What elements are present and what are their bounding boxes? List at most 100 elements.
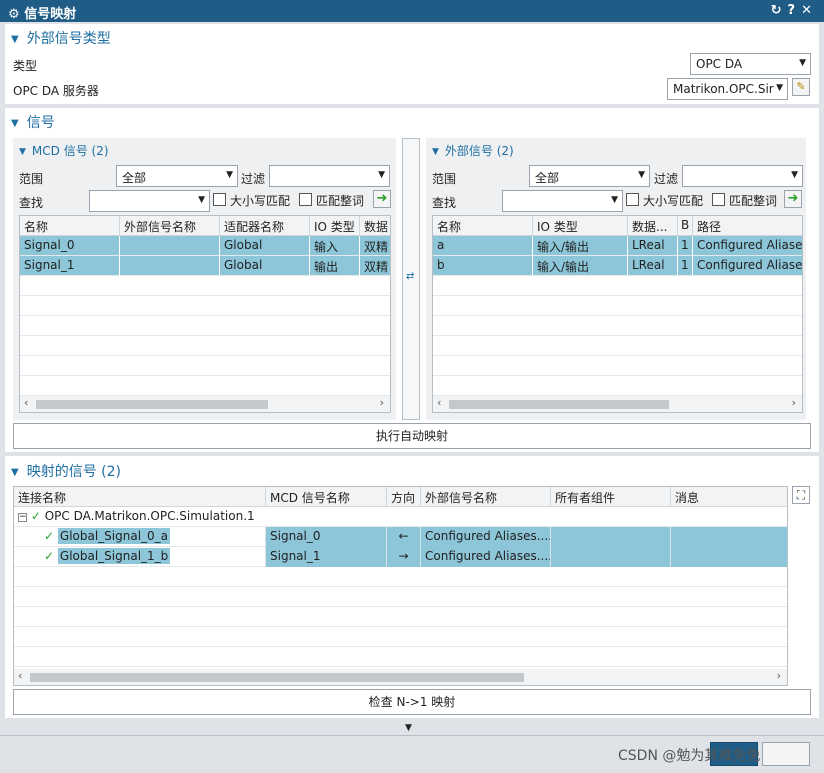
mcd-scope-select[interactable]: 全部 ▼ (116, 165, 238, 187)
scroll-right-icon[interactable]: › (792, 396, 796, 409)
table-row[interactable]: Signal_1 Global 输出 双精 (20, 256, 390, 276)
ext-table-header: 名称 IO 类型 数据... B 路径 (433, 216, 802, 236)
column-header[interactable]: 名称 (20, 216, 120, 236)
horizontal-scrollbar[interactable]: ‹ › (20, 396, 390, 412)
connection-name: OPC DA.Matrikon.OPC.Simulation.1 (44, 509, 255, 523)
reset-icon[interactable]: ↻ (771, 3, 788, 18)
ext-find-input[interactable]: ▼ (502, 190, 623, 212)
column-header[interactable]: 数据... (628, 216, 678, 236)
ext-header[interactable]: ▼ 外部信号 (2) (432, 142, 514, 159)
cell: ✓ Global_Signal_0_a (14, 527, 266, 547)
window-title-wrap: ⚙ 信号映射 (8, 3, 76, 22)
external-type-header[interactable]: ▼ 外部信号类型 (11, 28, 111, 48)
scroll-right-icon[interactable]: › (380, 396, 384, 409)
mcd-filter-select[interactable]: ▼ (269, 165, 390, 187)
empty-row (14, 627, 787, 647)
column-header[interactable]: MCD 信号名称 (266, 487, 387, 507)
expand-footer-icon[interactable]: ▼ (405, 723, 412, 733)
ext-signal-table: 名称 IO 类型 数据... B 路径 a 输入/输出 LReal 1 Conf… (432, 215, 803, 413)
column-header[interactable]: 适配器名称 (220, 216, 310, 236)
column-header[interactable]: 外部信号名称 (421, 487, 551, 507)
horizontal-scrollbar[interactable]: ‹ › (433, 396, 802, 412)
ext-scope-select[interactable]: 全部 ▼ (529, 165, 650, 187)
column-header[interactable]: 消息 (671, 487, 787, 507)
mapping-name: Global_Signal_0_a (57, 528, 171, 544)
ext-whole-label: 匹配整词 (729, 194, 778, 208)
scroll-thumb[interactable] (449, 400, 669, 409)
column-header[interactable]: 连接名称 (14, 487, 266, 507)
window-title: 信号映射 (24, 7, 77, 22)
signals-header[interactable]: ▼ 信号 (11, 112, 55, 132)
mcd-header[interactable]: ▼ MCD 信号 (2) (19, 142, 109, 159)
table-row[interactable]: Signal_0 Global 输入 双精 (20, 236, 390, 256)
column-header[interactable]: 路径 (693, 216, 802, 236)
empty-row (20, 296, 390, 316)
tree-collapse-icon[interactable]: − (18, 513, 27, 522)
cell: 输入/输出 (533, 236, 628, 256)
help-icon[interactable]: ? (788, 3, 802, 18)
column-header[interactable]: 所有者组件 (551, 487, 671, 507)
ext-case-label: 大小写匹配 (643, 194, 704, 208)
chevron-down-icon: ▼ (799, 58, 806, 68)
type-label: 类型 (13, 59, 38, 73)
select-mapping-icon[interactable]: ⛶ (792, 486, 810, 504)
title-buttons: ↻?✕ (771, 3, 818, 18)
mapped-panel: ▼ 映射的信号 (2) ⛶ 连接名称 MCD 信号名称 方向 外部信号名称 所有者… (5, 456, 819, 718)
cancel-button[interactable] (762, 742, 810, 766)
scroll-left-icon[interactable]: ‹ (18, 669, 22, 682)
ext-filter-select[interactable]: ▼ (682, 165, 803, 187)
check-n-to-1-button[interactable]: 检查 N->1 映射 (13, 689, 811, 715)
mapped-header[interactable]: ▼ 映射的信号 (2) (11, 461, 121, 481)
server-select[interactable]: Matrikon.OPC.Sir ▼ (667, 78, 788, 100)
ext-case-checkbox[interactable] (626, 193, 639, 206)
column-header[interactable]: 方向 (387, 487, 421, 507)
mapping-name: Global_Signal_1_b (57, 548, 171, 564)
gear-icon[interactable]: ⚙ (8, 7, 20, 22)
cell: 1 (678, 236, 693, 256)
empty-row (433, 276, 802, 296)
table-row[interactable]: b 输入/输出 LReal 1 Configured Aliases (433, 256, 802, 276)
table-row[interactable]: ✓ Global_Signal_0_a Signal_0 ← Configure… (14, 527, 787, 547)
horizontal-scrollbar[interactable]: ‹ › (14, 669, 787, 685)
column-header[interactable]: 名称 (433, 216, 533, 236)
map-link-icon[interactable]: ⇄ (406, 271, 414, 282)
column-header[interactable]: IO 类型 (533, 216, 628, 236)
tree-root-row[interactable]: − ✓ OPC DA.Matrikon.OPC.Simulation.1 (14, 507, 787, 527)
watermark: CSDN @勉为其难免免 (618, 748, 761, 764)
check-icon: ✓ (44, 549, 55, 563)
ext-search-arrow-icon[interactable]: ➜ (784, 190, 802, 208)
type-select[interactable]: OPC DA ▼ (690, 53, 811, 75)
auto-map-button[interactable]: 执行自动映射 (13, 423, 811, 449)
server-browse-icon[interactable]: ✎ (792, 78, 810, 96)
empty-row (14, 647, 787, 667)
scroll-left-icon[interactable]: ‹ (24, 396, 28, 409)
column-header[interactable]: 外部信号名称 (120, 216, 220, 236)
column-header[interactable]: IO 类型 (310, 216, 360, 236)
mcd-whole-checkbox[interactable] (299, 193, 312, 206)
chevron-down-icon: ▼ (638, 170, 645, 180)
empty-row (14, 567, 787, 587)
mcd-whole-label: 匹配整词 (316, 194, 365, 208)
scroll-left-icon[interactable]: ‹ (437, 396, 441, 409)
mcd-search-arrow-icon[interactable]: ➜ (373, 190, 391, 208)
chevron-down-icon: ▼ (776, 83, 783, 93)
scroll-right-icon[interactable]: › (777, 669, 781, 682)
empty-row (433, 316, 802, 336)
column-header[interactable]: 数据 (360, 216, 390, 236)
cell: Configured Aliases (693, 236, 802, 256)
ext-whole-checkbox[interactable] (712, 193, 725, 206)
table-row[interactable]: a 输入/输出 LReal 1 Configured Aliases (433, 236, 802, 256)
scroll-thumb[interactable] (36, 400, 268, 409)
empty-row (20, 356, 390, 376)
mcd-case-checkbox[interactable] (213, 193, 226, 206)
collapse-icon: ▼ (11, 467, 19, 478)
empty-row (433, 376, 802, 396)
cell: ✓ Global_Signal_1_b (14, 547, 266, 567)
table-row[interactable]: ✓ Global_Signal_1_b Signal_1 → Configure… (14, 547, 787, 567)
close-icon[interactable]: ✕ (801, 3, 818, 18)
column-header[interactable]: B (678, 216, 693, 236)
mcd-find-input[interactable]: ▼ (89, 190, 210, 212)
splitter[interactable]: ⇄ (402, 138, 420, 420)
empty-row (14, 607, 787, 627)
scroll-thumb[interactable] (30, 673, 524, 682)
